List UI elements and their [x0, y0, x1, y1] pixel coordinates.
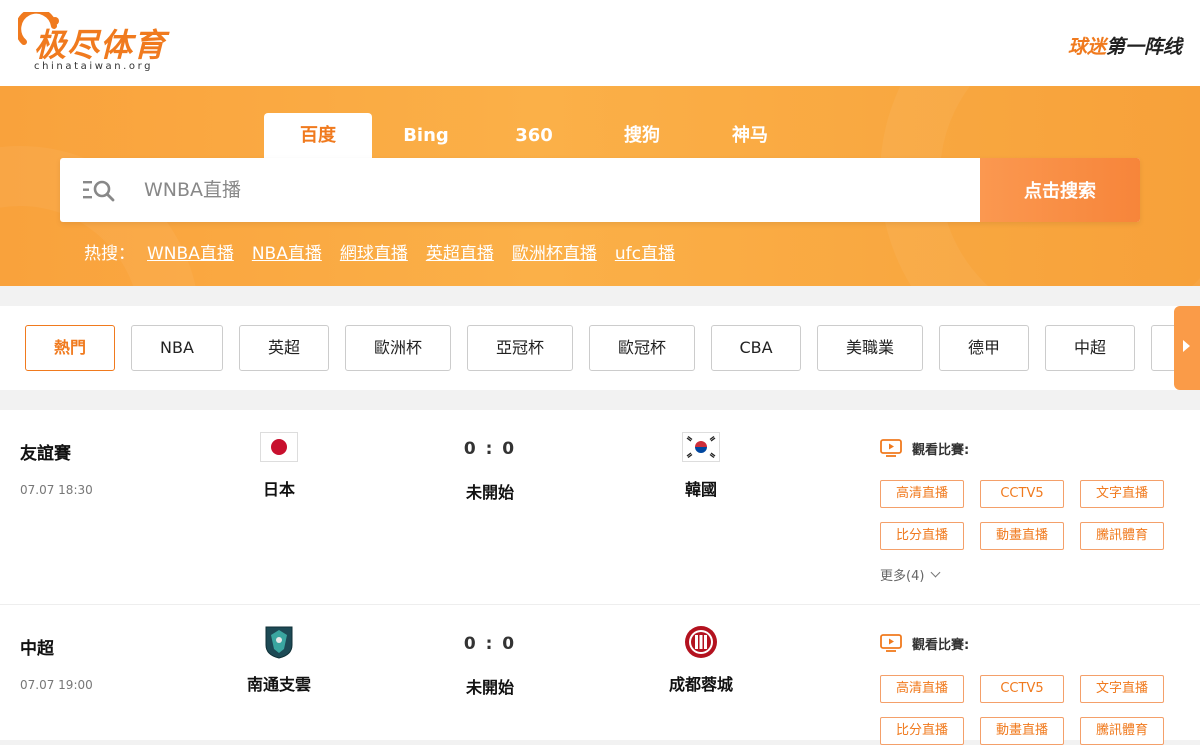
watch-title: 觀看比賽:	[880, 437, 969, 459]
site-logo[interactable]: 极尽体育 chinataiwan.org	[18, 12, 188, 76]
japan-flag-icon	[260, 432, 298, 462]
watch-section: 觀看比賽: 高清直播 CCTV5 文字直播 比分直播 動畫直播 騰訊體育	[880, 632, 1164, 745]
match-list: 友誼賽 07.07 18:30 日本 0 : 0 未開始 韓國 觀看比賽: 高清…	[0, 410, 1200, 745]
away-team-name: 成都蓉城	[668, 675, 733, 694]
logo-domain: chinataiwan.org	[34, 61, 154, 72]
match-row: 友誼賽 07.07 18:30 日本 0 : 0 未開始 韓國 觀看比賽: 高清…	[0, 410, 1200, 605]
category-nba[interactable]: NBA	[131, 325, 223, 371]
stream-link-animation[interactable]: 動畫直播	[980, 522, 1064, 550]
match-row: 中超 07.07 19:00 南通支雲 0 : 0 未開始 成都蓉城 觀看比賽:…	[0, 605, 1200, 745]
search-input[interactable]	[144, 170, 964, 210]
chengdu-rongcheng-badge-icon	[685, 626, 717, 658]
hot-search-link[interactable]: 網球直播	[340, 239, 408, 264]
match-score-block: 0 : 0 未開始	[430, 634, 550, 698]
category-bar: 熱門 NBA 英超 歐洲杯 亞冠杯 歐冠杯 CBA 美職業 德甲 中超	[0, 306, 1200, 390]
hot-search-link[interactable]: WNBA直播	[147, 239, 234, 264]
stream-link-score[interactable]: 比分直播	[880, 717, 964, 745]
search-button[interactable]: 点击搜索	[980, 158, 1140, 222]
hot-search-link[interactable]: 英超直播	[426, 239, 494, 264]
hot-search-link[interactable]: 歐洲杯直播	[512, 239, 597, 264]
away-team[interactable]: 韓國	[631, 432, 771, 500]
hot-search-link[interactable]: NBA直播	[252, 239, 322, 264]
tab-360[interactable]: 360	[480, 113, 588, 159]
category-bundesliga[interactable]: 德甲	[939, 325, 1029, 371]
search-icon	[83, 180, 115, 202]
stream-link-text[interactable]: 文字直播	[1080, 675, 1164, 703]
tab-baidu[interactable]: 百度	[264, 113, 372, 159]
chevron-right-icon	[1183, 340, 1190, 352]
watch-section: 觀看比賽: 高清直播 CCTV5 文字直播 比分直播 動畫直播 騰訊體育 更多(…	[880, 437, 1164, 584]
tab-bing[interactable]: Bing	[372, 113, 480, 159]
slogan-accent: 球迷	[1067, 36, 1106, 58]
hot-searches: 热搜： WNBA直播 NBA直播 網球直播 英超直播 歐洲杯直播 ufc直播	[84, 239, 675, 264]
stream-link-text[interactable]: 文字直播	[1080, 480, 1164, 508]
match-score: 0 : 0	[463, 439, 517, 459]
slogan: 球迷第一阵线	[1068, 32, 1182, 59]
watch-label: 觀看比賽:	[912, 637, 970, 653]
home-team[interactable]: 南通支雲	[209, 625, 349, 695]
more-links-label: 更多(4)	[880, 569, 925, 584]
category-afc-champions[interactable]: 亞冠杯	[467, 325, 573, 371]
tab-shenma[interactable]: 神马	[696, 113, 804, 159]
match-status: 未開始	[465, 483, 514, 502]
match-score-block: 0 : 0 未開始	[430, 439, 550, 503]
category-next-button[interactable]	[1174, 306, 1200, 390]
nantong-zhiyun-badge-icon	[265, 626, 293, 659]
logo-text: 极尽体育	[34, 26, 167, 64]
away-team-name: 韓國	[684, 480, 717, 499]
tab-sogou[interactable]: 搜狗	[588, 113, 696, 159]
category-mls[interactable]: 美職業	[817, 325, 923, 371]
search-engine-tabs: 百度 Bing 360 搜狗 神马	[264, 113, 804, 159]
match-score: 0 : 0	[463, 634, 517, 654]
stream-link-cctv5[interactable]: CCTV5	[980, 675, 1064, 703]
category-hot[interactable]: 熱門	[25, 325, 115, 371]
home-team-name: 南通支雲	[246, 675, 311, 694]
match-league: 友誼賽	[20, 444, 71, 464]
match-status: 未開始	[465, 678, 514, 697]
match-league: 中超	[20, 639, 54, 659]
watch-title: 觀看比賽:	[880, 632, 969, 654]
korea-flag-icon	[682, 432, 720, 462]
match-time: 07.07 19:00	[20, 678, 93, 692]
category-epl[interactable]: 英超	[239, 325, 329, 371]
category-cba[interactable]: CBA	[711, 325, 801, 371]
home-team[interactable]: 日本	[209, 432, 349, 500]
stream-link-cctv5[interactable]: CCTV5	[980, 480, 1064, 508]
search-banner: 百度 Bing 360 搜狗 神马 点击搜索 热搜： WNBA直播 NBA直播 …	[0, 86, 1200, 286]
site-header: 极尽体育 chinataiwan.org 球迷第一阵线	[0, 0, 1200, 86]
tv-play-icon	[880, 634, 902, 652]
chevron-down-icon	[930, 567, 941, 578]
hot-search-label: 热搜：	[84, 244, 135, 264]
stream-link-animation[interactable]: 動畫直播	[980, 717, 1064, 745]
slogan-rest: 第一阵线	[1105, 36, 1182, 58]
stream-link-tencent[interactable]: 騰訊體育	[1080, 522, 1164, 550]
more-links-button[interactable]: 更多(4)	[880, 565, 941, 584]
category-ucl[interactable]: 歐冠杯	[589, 325, 695, 371]
hot-search-link[interactable]: ufc直播	[615, 239, 675, 264]
search-box: 点击搜索	[60, 158, 1140, 222]
category-csl[interactable]: 中超	[1045, 325, 1135, 371]
watch-label: 觀看比賽:	[912, 442, 970, 458]
home-team-name: 日本	[262, 480, 295, 499]
tv-play-icon	[880, 439, 902, 457]
stream-link-hd[interactable]: 高清直播	[880, 675, 964, 703]
away-team[interactable]: 成都蓉城	[631, 625, 771, 695]
stream-link-score[interactable]: 比分直播	[880, 522, 964, 550]
match-time: 07.07 18:30	[20, 483, 93, 497]
stream-link-tencent[interactable]: 騰訊體育	[1080, 717, 1164, 745]
stream-link-hd[interactable]: 高清直播	[880, 480, 964, 508]
category-euro[interactable]: 歐洲杯	[345, 325, 451, 371]
